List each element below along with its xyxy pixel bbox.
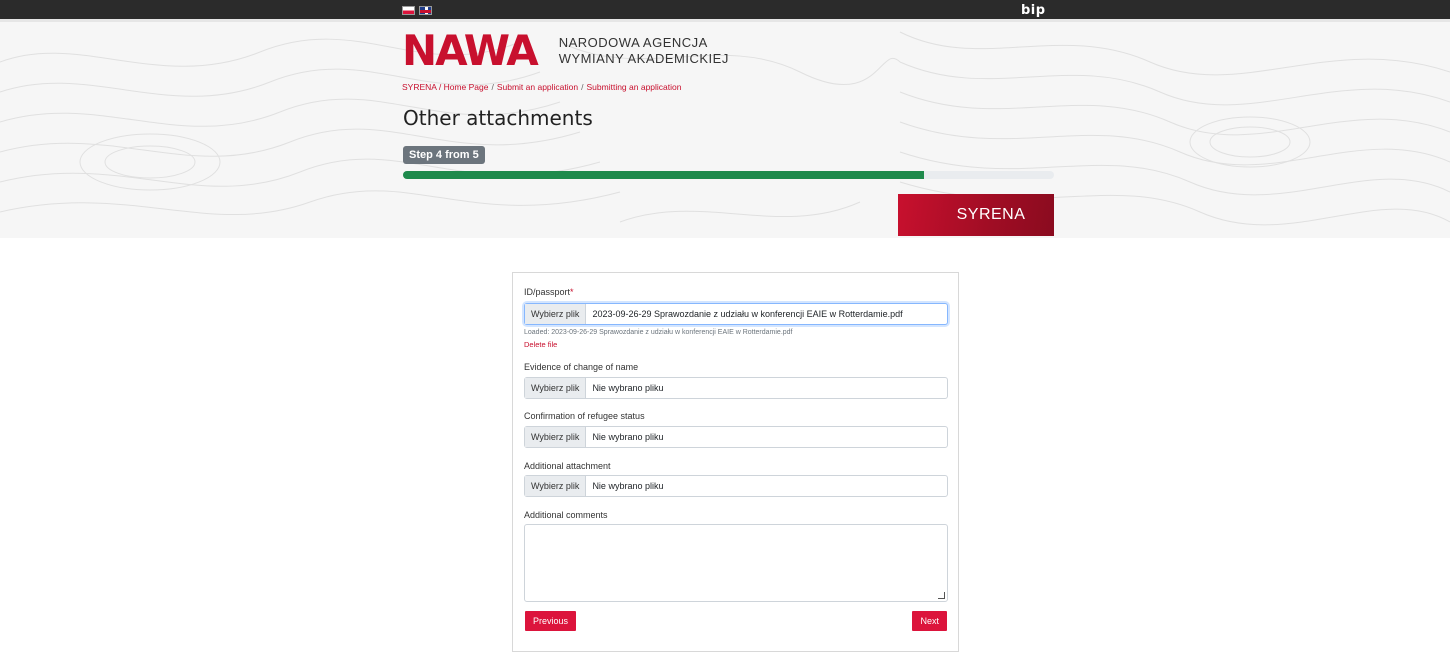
loaded-file-text: Loaded: 2023-09-26-29 Sprawozdanie z udz… [524, 329, 793, 336]
attachments-form: ID/passport* Wybierz plik 2023-09-26-29 … [512, 272, 959, 652]
bip-label: bip [1021, 3, 1046, 18]
previous-button[interactable]: Previous [525, 611, 577, 631]
choose-file-button[interactable]: Wybierz plik [525, 304, 587, 324]
language-switcher [402, 6, 432, 15]
id-passport-label-text: ID/passport [524, 287, 571, 297]
syrena-label: SYRENA [956, 206, 1026, 223]
breadcrumb-home[interactable]: SYRENA / Home Page [402, 82, 488, 92]
selected-file-name: 2023-09-26-29 Sprawozdanie z udziału w k… [592, 309, 903, 319]
breadcrumb-submit[interactable]: Submit an application [497, 82, 578, 92]
delete-file-link[interactable]: Delete file [524, 340, 557, 349]
nawa-logo-text: NARODOWA AGENCJA WYMIANY AKADEMICKIEJ [559, 35, 729, 67]
breadcrumb: SYRENA / Home Page / Submit an application… [402, 82, 681, 92]
selected-file-name: Nie wybrano pliku [592, 432, 664, 442]
syrena-banner: SYRENA [898, 194, 1054, 236]
page-title: Other attachments [403, 106, 593, 130]
nawa-logo[interactable]: NAWA NARODOWA AGENCJA WYMIANY AKADEMICKI… [402, 30, 729, 72]
logo-line-2: WYMIANY AKADEMICKIEJ [558, 51, 729, 66]
additional-comments-label: Additional comments [524, 510, 608, 520]
breadcrumb-separator: / [491, 82, 494, 92]
nawa-logo-mark: NAWA [402, 26, 539, 75]
id-passport-label: ID/passport* [524, 287, 574, 297]
refugee-status-label: Confirmation of refugee status [524, 411, 645, 421]
logo-line-1: NARODOWA AGENCJA [558, 35, 708, 50]
refugee-status-file-input[interactable]: Wybierz plik Nie wybrano pliku [524, 426, 948, 448]
next-button[interactable]: Next [912, 611, 947, 631]
progress-fill [403, 171, 924, 179]
breadcrumb-separator: / [581, 82, 584, 92]
polish-flag-icon[interactable] [402, 6, 415, 15]
name-change-file-input[interactable]: Wybierz plik Nie wybrano pliku [524, 377, 948, 399]
selected-file-name: Nie wybrano pliku [592, 481, 664, 491]
additional-comments-textarea[interactable] [524, 524, 948, 602]
top-bar: bip [0, 0, 1450, 22]
step-badge: Step 4 from 5 [403, 146, 485, 164]
breadcrumb-current[interactable]: Submitting an application [587, 82, 682, 92]
additional-attachment-file-input[interactable]: Wybierz plik Nie wybrano pliku [524, 475, 948, 497]
choose-file-button[interactable]: Wybierz plik [525, 427, 587, 447]
choose-file-button[interactable]: Wybierz plik [525, 378, 587, 398]
name-change-label: Evidence of change of name [524, 362, 639, 372]
additional-attachment-label: Additional attachment [524, 461, 611, 471]
progress-bar [403, 171, 1054, 179]
bip-link[interactable]: bip [1021, 3, 1046, 18]
required-mark: * [570, 287, 574, 297]
selected-file-name: Nie wybrano pliku [592, 383, 664, 393]
resize-handle-icon[interactable] [938, 592, 945, 599]
choose-file-button[interactable]: Wybierz plik [525, 476, 587, 496]
id-passport-file-input[interactable]: Wybierz plik 2023-09-26-29 Sprawozdanie … [524, 303, 948, 325]
uk-flag-icon[interactable] [419, 6, 432, 15]
